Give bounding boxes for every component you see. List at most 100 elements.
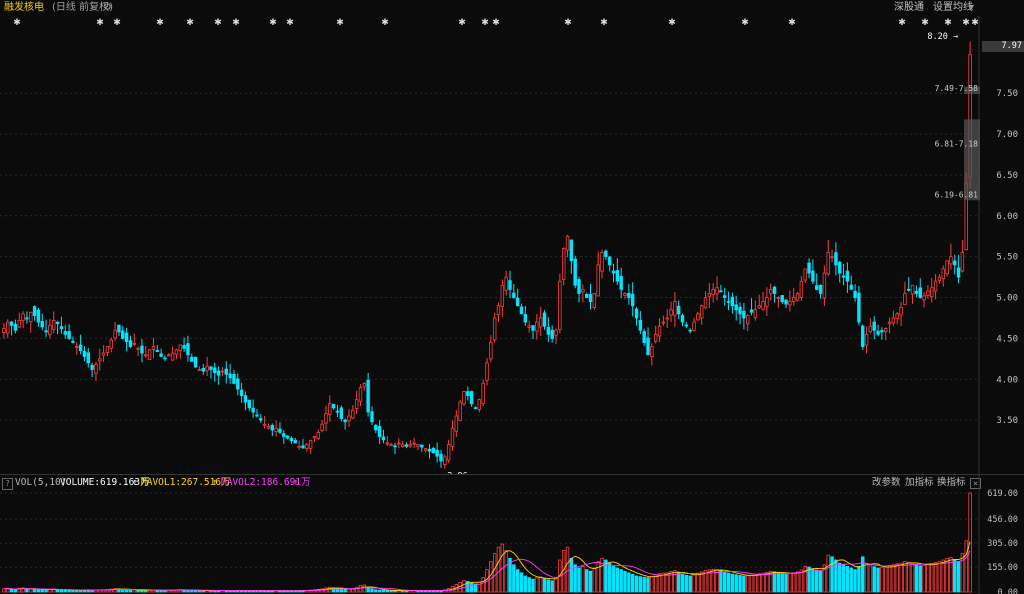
candle-body	[473, 407, 478, 409]
volume-bar	[358, 585, 363, 593]
volume-bar	[584, 569, 589, 593]
candle-body	[55, 321, 60, 325]
volume-bar	[811, 568, 815, 593]
event-marker-icon: ✱	[113, 18, 121, 28]
volume-bar	[531, 578, 535, 593]
volume-bar	[592, 567, 597, 593]
candle-body	[907, 288, 911, 291]
volume-bar	[887, 565, 892, 593]
candle-body	[109, 339, 113, 349]
candle-body	[696, 313, 700, 321]
candle-body	[719, 290, 723, 293]
candle-body	[105, 346, 110, 353]
volume-bar	[907, 561, 911, 593]
candle-body	[159, 353, 163, 357]
candle-body	[692, 321, 696, 331]
candle-body	[466, 391, 470, 397]
volume-bar	[67, 589, 71, 593]
price-chart[interactable]: 7.507.006.506.005.505.004.504.003.50✱ ✱ ✱ ✱…	[0, 16, 1024, 474]
volume-bar	[880, 567, 884, 593]
volume-bar	[884, 566, 888, 593]
candle-body	[757, 305, 761, 309]
volume-bar	[527, 577, 531, 593]
candle-body	[366, 379, 370, 413]
volume-bar	[745, 575, 750, 593]
candle-body	[278, 428, 282, 433]
candle-body	[420, 444, 424, 448]
volume-bar	[653, 574, 658, 593]
candle-body	[71, 341, 75, 343]
volume-bar	[504, 550, 508, 593]
volume-bar	[815, 569, 819, 593]
volume-bar	[385, 590, 390, 593]
candle-body	[243, 395, 248, 403]
volume-bar	[588, 570, 593, 593]
candle-body	[423, 448, 428, 451]
candle-body	[305, 444, 309, 450]
volume-bar	[830, 556, 834, 593]
volume-bar	[918, 565, 922, 593]
candle-body	[512, 292, 516, 298]
volume-bar	[964, 540, 968, 593]
sz-connect-link[interactable]: 深股通	[894, 0, 924, 16]
volume-bar	[630, 574, 635, 593]
volume-bar	[496, 546, 501, 593]
volume-bar	[696, 572, 700, 593]
candle-body	[251, 407, 255, 413]
candle-body	[688, 329, 692, 332]
volume-chart[interactable]: 619.00 456.00 305.00 155.00 0.00	[0, 475, 1024, 594]
candle-body	[481, 382, 485, 404]
candle-body	[650, 346, 654, 358]
volume-bar	[845, 566, 850, 593]
candle-body	[876, 330, 880, 335]
price-tick-label: 5.00	[996, 294, 1018, 304]
candle-body	[101, 352, 106, 356]
volume-bar	[523, 575, 528, 593]
volume-bar	[795, 571, 800, 593]
volume-bar	[868, 564, 873, 593]
volume-bar	[861, 556, 865, 593]
candle-body	[565, 235, 570, 251]
candle-body	[178, 344, 182, 352]
stock-name[interactable]: 融发核电	[4, 0, 44, 16]
candle-body	[838, 261, 842, 274]
volume-tick-label: 619.00	[987, 489, 1018, 499]
volume-bar	[374, 589, 378, 593]
candle-body	[818, 284, 823, 294]
event-marker-icon: ✱	[269, 18, 277, 28]
candle-body	[29, 311, 33, 323]
chevron-down-icon[interactable]: ▾	[969, 0, 974, 16]
volume-bar	[738, 574, 742, 593]
volume-bar	[838, 562, 842, 593]
candle-body	[247, 399, 252, 409]
candle-body	[335, 410, 340, 413]
gear-icon[interactable]: ⚙	[103, 0, 112, 16]
candle-body	[140, 345, 144, 354]
candle-body	[515, 297, 520, 307]
volume-tick-label: 0.00	[998, 588, 1018, 594]
candle-body	[884, 328, 888, 332]
volume-bar	[818, 570, 823, 593]
candle-body	[646, 337, 650, 356]
candle-body	[347, 415, 351, 422]
candle-body	[834, 252, 838, 266]
candle-body	[680, 314, 685, 323]
candle-body	[316, 431, 321, 439]
candle-body	[439, 453, 443, 462]
candle-body	[784, 299, 788, 305]
candle-body	[665, 317, 669, 320]
candle-body	[435, 449, 439, 457]
volume-bar	[9, 588, 14, 593]
settings-ma-button[interactable]: 设置均线	[933, 0, 973, 16]
candle-body	[623, 293, 627, 296]
event-marker-icon: ✱	[944, 18, 952, 28]
candle-body	[239, 389, 244, 397]
candle-body	[228, 373, 232, 379]
volume-bar	[515, 569, 520, 593]
candle-body	[596, 264, 600, 297]
volume-bar	[512, 564, 516, 593]
volume-bar	[577, 567, 581, 593]
candle-body	[607, 256, 612, 266]
candle-body	[404, 444, 409, 447]
candle-body	[527, 325, 531, 328]
